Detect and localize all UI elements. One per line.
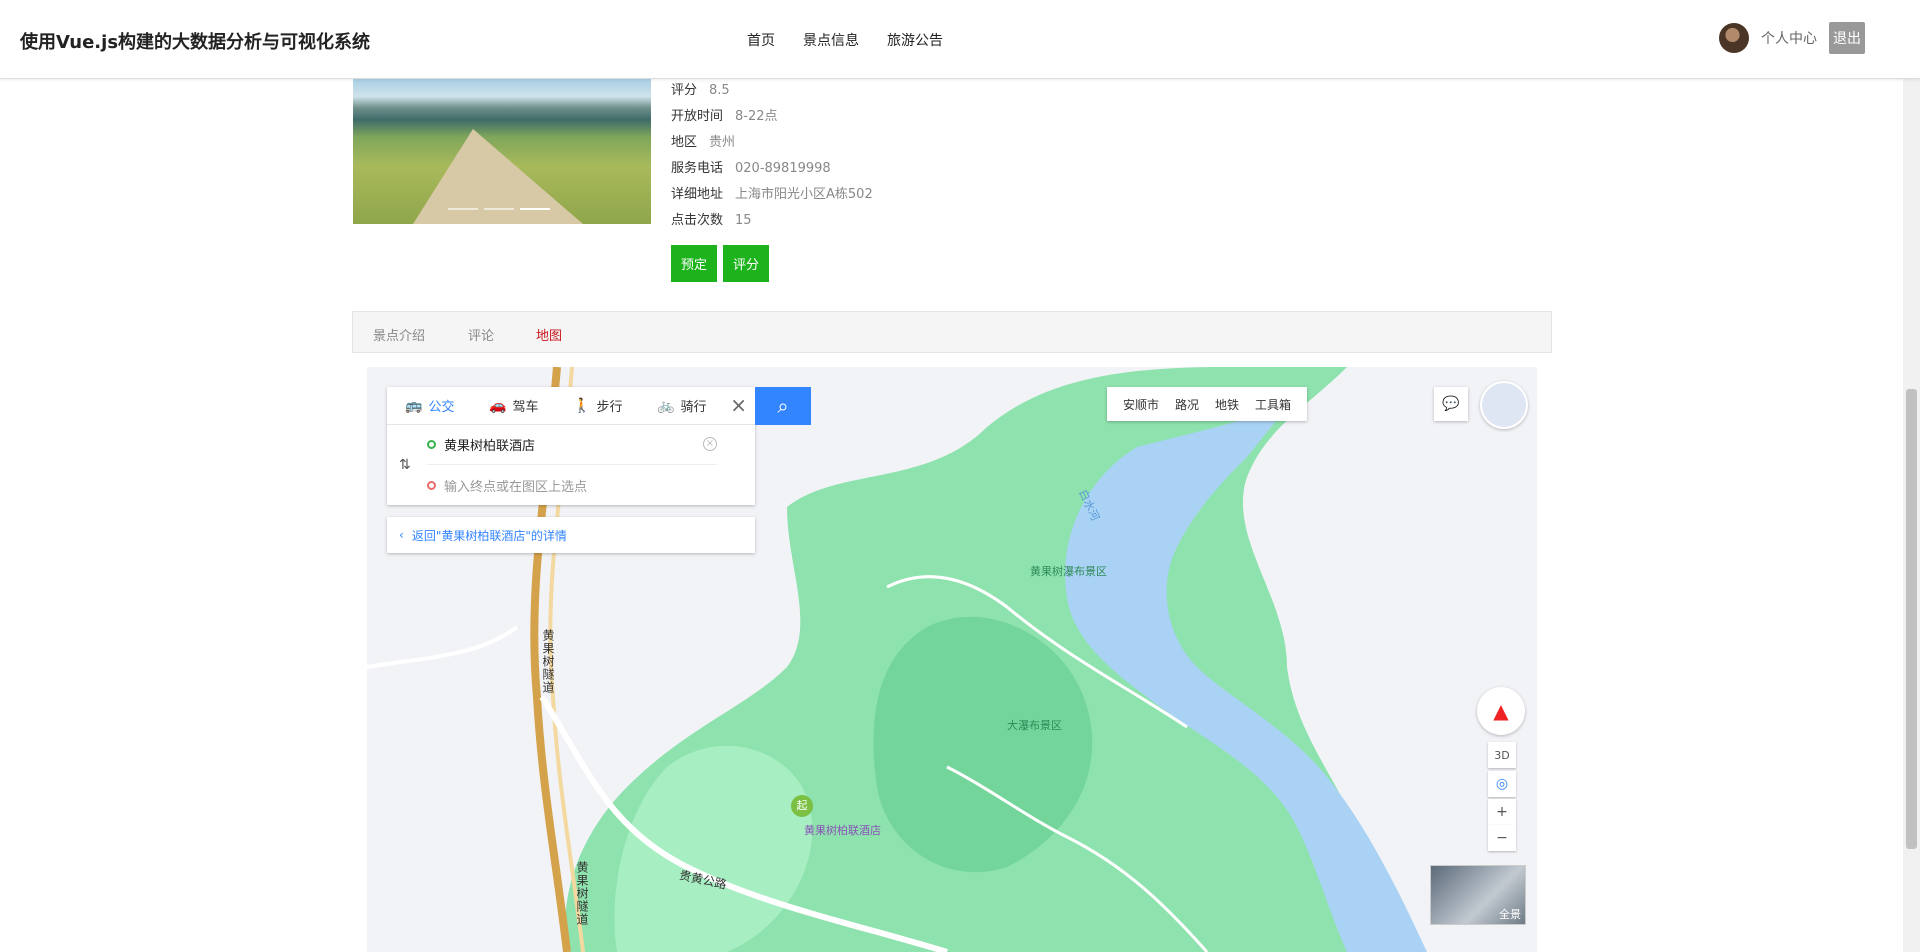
tab-comments[interactable]: 评论	[468, 325, 494, 344]
3d-toggle[interactable]: 3D	[1488, 742, 1516, 768]
detail-row-phone: 服务电话 020-89819998	[671, 161, 831, 176]
zoom-out-icon[interactable]: −	[1488, 825, 1516, 851]
tab-introduction[interactable]: 景点介绍	[373, 325, 425, 344]
nav-home[interactable]: 首页	[747, 30, 775, 50]
label-tunnel-2: 黄果树隧道	[575, 861, 589, 926]
map-user-avatar[interactable]	[1480, 381, 1528, 429]
book-button[interactable]: 预定	[671, 245, 718, 282]
map-view[interactable]: 🚌 公交 🚗 驾车 🚶 步行 🚲 骑行 × ⇅ 黄果树柏联酒店 × 输入终点或在图区上选点…	[367, 367, 1537, 952]
search-icon: ⌕	[777, 394, 789, 418]
close-icon[interactable]: ×	[730, 395, 747, 415]
logout-button[interactable]: 退出	[1829, 22, 1865, 54]
site-title: 使用Vue.js构建的大数据分析与可视化系统	[20, 32, 371, 53]
mode-walk[interactable]: 🚶 步行	[573, 396, 639, 416]
detail-row-hours: 开放时间 8-22点	[671, 109, 778, 124]
bus-icon: 🚌	[405, 397, 423, 414]
subway-toggle[interactable]: 地铁	[1215, 396, 1239, 413]
label-dabubu[interactable]: 大瀑布景区	[1007, 717, 1062, 733]
car-icon: 🚗	[489, 397, 507, 414]
carousel-dot[interactable]	[484, 208, 514, 210]
nav-announcements[interactable]: 旅游公告	[887, 30, 943, 50]
user-center-link[interactable]: 个人中心	[1761, 28, 1817, 48]
city-selector[interactable]: 安顺市	[1123, 396, 1159, 413]
route-fields: ⇅ 黄果树柏联酒店 × 输入终点或在图区上选点	[387, 425, 755, 505]
scrollbar-thumb[interactable]	[1906, 389, 1917, 849]
street-view-thumbnail[interactable]: 全景	[1430, 865, 1526, 925]
mode-bus[interactable]: 🚌 公交	[405, 396, 471, 416]
mode-bike[interactable]: 🚲 骑行	[657, 396, 723, 416]
search-button[interactable]: ⌕	[755, 387, 811, 425]
carousel-dot-active[interactable]	[520, 208, 550, 210]
clear-icon[interactable]: ×	[703, 437, 717, 451]
tab-map[interactable]: 地图	[536, 325, 562, 344]
start-dot-icon	[427, 440, 436, 449]
detail-row-address: 详细地址 上海市阳光小区A栋502	[671, 187, 873, 202]
route-panel: 🚌 公交 🚗 驾车 🚶 步行 🚲 骑行 × ⇅ 黄果树柏联酒店 × 输入终点或在图区上选点	[387, 387, 755, 505]
action-buttons: 预定 评分	[671, 245, 770, 282]
attraction-photo-carousel[interactable]	[353, 79, 651, 224]
carousel-dot[interactable]	[448, 208, 478, 210]
bike-icon: 🚲	[657, 397, 675, 414]
transport-mode-tabs: 🚌 公交 🚗 驾车 🚶 步行 🚲 骑行 ×	[387, 387, 755, 425]
detail-row-rating: 评分 8.5	[671, 83, 730, 98]
carousel-indicators	[448, 208, 550, 210]
toolbox-menu[interactable]: 工具箱	[1255, 396, 1291, 413]
end-dot-icon	[427, 480, 436, 490]
label-waterfall[interactable]: 黄果树瀑布景区	[1030, 563, 1107, 579]
walk-icon: 🚶	[573, 397, 591, 414]
compass-icon[interactable]: ▲	[1477, 687, 1525, 735]
detail-row-clicks: 点击次数 15	[671, 213, 752, 228]
locate-icon[interactable]: ◎	[1488, 771, 1516, 797]
end-field[interactable]: 输入终点或在图区上选点	[427, 465, 717, 505]
label-tunnel-1: 黄果树隧道	[541, 629, 555, 694]
detail-row-region: 地区 贵州	[671, 135, 736, 150]
user-area: 个人中心 退出	[1719, 22, 1865, 54]
start-field[interactable]: 黄果树柏联酒店 ×	[427, 425, 717, 465]
chat-icon: 💬	[1442, 396, 1460, 412]
attraction-details: 评分 8.5 开放时间 8-22点 地区 贵州 服务电话 020-89819998 详细…	[671, 82, 873, 238]
message-button[interactable]: 💬	[1434, 387, 1468, 421]
mode-drive[interactable]: 🚗 驾车	[489, 396, 555, 416]
chevron-left-icon: ‹	[399, 528, 404, 542]
avatar[interactable]	[1719, 23, 1749, 53]
label-hotel[interactable]: 黄果树柏联酒店	[804, 822, 881, 838]
zoom-in-icon[interactable]: +	[1488, 799, 1516, 825]
main-nav: 首页 景点信息 旅游公告	[747, 30, 971, 50]
swap-icon[interactable]: ⇅	[399, 457, 411, 473]
back-to-details-link[interactable]: ‹ 返回"黄果树柏联酒店"的详情	[387, 517, 755, 553]
top-header: 使用Vue.js构建的大数据分析与可视化系统 首页 景点信息 旅游公告 个人中心…	[0, 0, 1920, 79]
rate-button[interactable]: 评分	[723, 245, 770, 282]
traffic-toggle[interactable]: 路况	[1175, 396, 1199, 413]
map-toolbar: 安顺市 路况 地铁 工具箱	[1107, 387, 1308, 421]
nav-attractions[interactable]: 景点信息	[803, 30, 859, 50]
page-scrollbar[interactable]	[1903, 79, 1920, 952]
start-marker[interactable]: 起	[791, 795, 813, 817]
detail-tabs: 景点介绍 评论 地图	[352, 311, 1552, 353]
